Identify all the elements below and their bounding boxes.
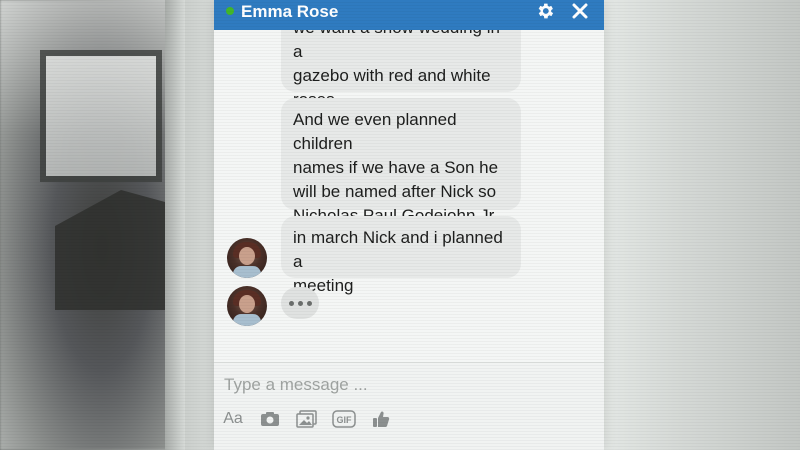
message-bubble: in march Nick and i planned a meeting	[281, 216, 521, 295]
gif-label: GIF	[337, 415, 353, 425]
message-line: meeting	[293, 276, 354, 295]
thumbs-up-icon[interactable]	[368, 407, 394, 431]
text-format-button[interactable]: Aa	[220, 407, 246, 431]
message-line: names if we have a Son he	[293, 158, 499, 177]
avatar[interactable]	[227, 286, 267, 326]
message-line: will be named after Nick so	[293, 182, 497, 201]
message-composer: Aa GIF	[214, 362, 604, 450]
composer-toolbar: Aa GIF	[220, 407, 405, 431]
chat-window: Emma Rose we want a snow wedding in a ga…	[214, 0, 604, 450]
gif-icon[interactable]: GIF	[331, 407, 357, 431]
message-list[interactable]: we want a snow wedding in a gazebo with …	[214, 30, 604, 360]
message-line: we want a snow wedding in a	[293, 30, 500, 61]
camera-icon[interactable]	[257, 407, 283, 431]
typing-dot	[306, 300, 312, 306]
message-input[interactable]	[222, 371, 596, 399]
message-line: in march Nick and i planned a	[293, 228, 503, 271]
avatar[interactable]	[227, 238, 267, 278]
message-line: And we even planned children	[293, 110, 457, 153]
gear-icon[interactable]	[534, 0, 556, 22]
image-icon[interactable]	[294, 407, 320, 431]
online-status-dot	[226, 7, 234, 15]
message-bubble: And we even planned children names if we…	[281, 98, 521, 225]
typing-dot	[288, 300, 294, 306]
close-icon[interactable]	[569, 0, 591, 22]
typing-indicator	[281, 287, 319, 319]
chat-header[interactable]: Emma Rose	[214, 0, 604, 30]
contact-name[interactable]: Emma Rose	[241, 1, 338, 23]
message-line: gazebo with red and white	[293, 66, 491, 85]
typing-dot	[297, 300, 303, 306]
background-divider	[165, 0, 185, 450]
background-picture-frame	[40, 50, 162, 182]
message-bubble: we want a snow wedding in a gazebo with …	[281, 30, 521, 109]
